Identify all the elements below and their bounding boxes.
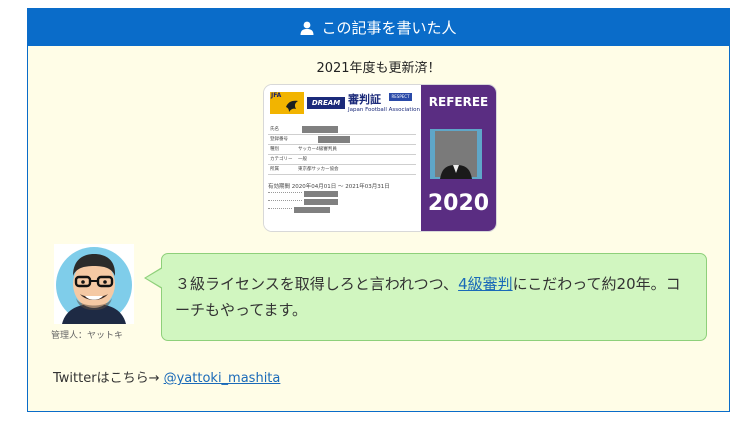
- dream-logo: DREAM: [307, 97, 345, 109]
- card-photo: [430, 129, 482, 179]
- header-title: この記事を書いた人: [321, 19, 457, 37]
- card-field-row: 種別 サッカー4級審判員: [268, 145, 416, 155]
- suit-silhouette-icon: [440, 165, 472, 179]
- redacted-block: [304, 191, 338, 197]
- bubble-tail-fill: [146, 268, 163, 288]
- card-right-panel: REFEREE 2020: [421, 85, 496, 231]
- speech-bubble-text: ３級ライセンスを取得しろと言われつつ、4級審判にこだわって約20年。コーチもやっ…: [175, 271, 695, 323]
- bubble-text-before: ３級ライセンスを取得しろと言われつつ、: [175, 275, 459, 293]
- referee-card-image: JFA DREAM 審判証 Japan Football Association…: [264, 85, 496, 231]
- card-validity-period: 有効期間 2020年04月01日 ～ 2021年03月31日: [268, 184, 390, 190]
- card-title: 審判証: [348, 93, 381, 106]
- card-caption: 2021年度も更新済！: [316, 61, 441, 76]
- referee-grade-link[interactable]: 4級審判: [458, 275, 513, 293]
- card-field-row: 所属 東京都サッカー協会: [268, 165, 416, 175]
- card-field-row: 登録番号: [268, 135, 416, 145]
- twitter-line: Twitterはこちら→ @yattoki_mashita: [53, 367, 280, 386]
- redacted-block: [302, 126, 338, 133]
- avatar: [54, 244, 134, 324]
- card-field-row: カテゴリー 一般: [268, 155, 416, 165]
- card-field-row: 氏名: [268, 125, 416, 135]
- card-fields: 氏名 登録番号 種別 サッカー4級審判員 カテゴリー 一般 所属 東京都サッカー…: [268, 125, 416, 175]
- card-divider: [268, 200, 302, 202]
- redacted-block: [318, 136, 350, 143]
- redacted-block: [304, 199, 338, 205]
- jfa-logo: JFA: [270, 92, 304, 114]
- card-referee-label: REFEREE: [428, 95, 489, 109]
- twitter-label: Twitterはこちら→: [53, 371, 164, 386]
- card-year: 2020: [427, 191, 490, 216]
- redacted-block: [294, 207, 330, 213]
- twitter-handle-link[interactable]: @yattoki_mashita: [164, 371, 281, 386]
- card-left-panel: JFA DREAM 審判証 Japan Football Association…: [264, 85, 421, 231]
- card-divider: [268, 192, 302, 194]
- card-org-name: Japan Football Association: [348, 107, 420, 113]
- author-box-header: この記事を書いた人: [28, 9, 729, 46]
- crow-emblem-icon: [286, 100, 298, 112]
- card-divider: [268, 208, 292, 210]
- respect-logo: RESPECT: [389, 93, 412, 101]
- author-box: この記事を書いた人 2021年度も更新済！ JFA DREAM 審判証 Japa…: [27, 8, 730, 412]
- jfa-logo-text: JFA: [271, 92, 282, 99]
- author-caption: 管理人：ヤットキ: [51, 331, 124, 341]
- user-icon: [300, 21, 314, 35]
